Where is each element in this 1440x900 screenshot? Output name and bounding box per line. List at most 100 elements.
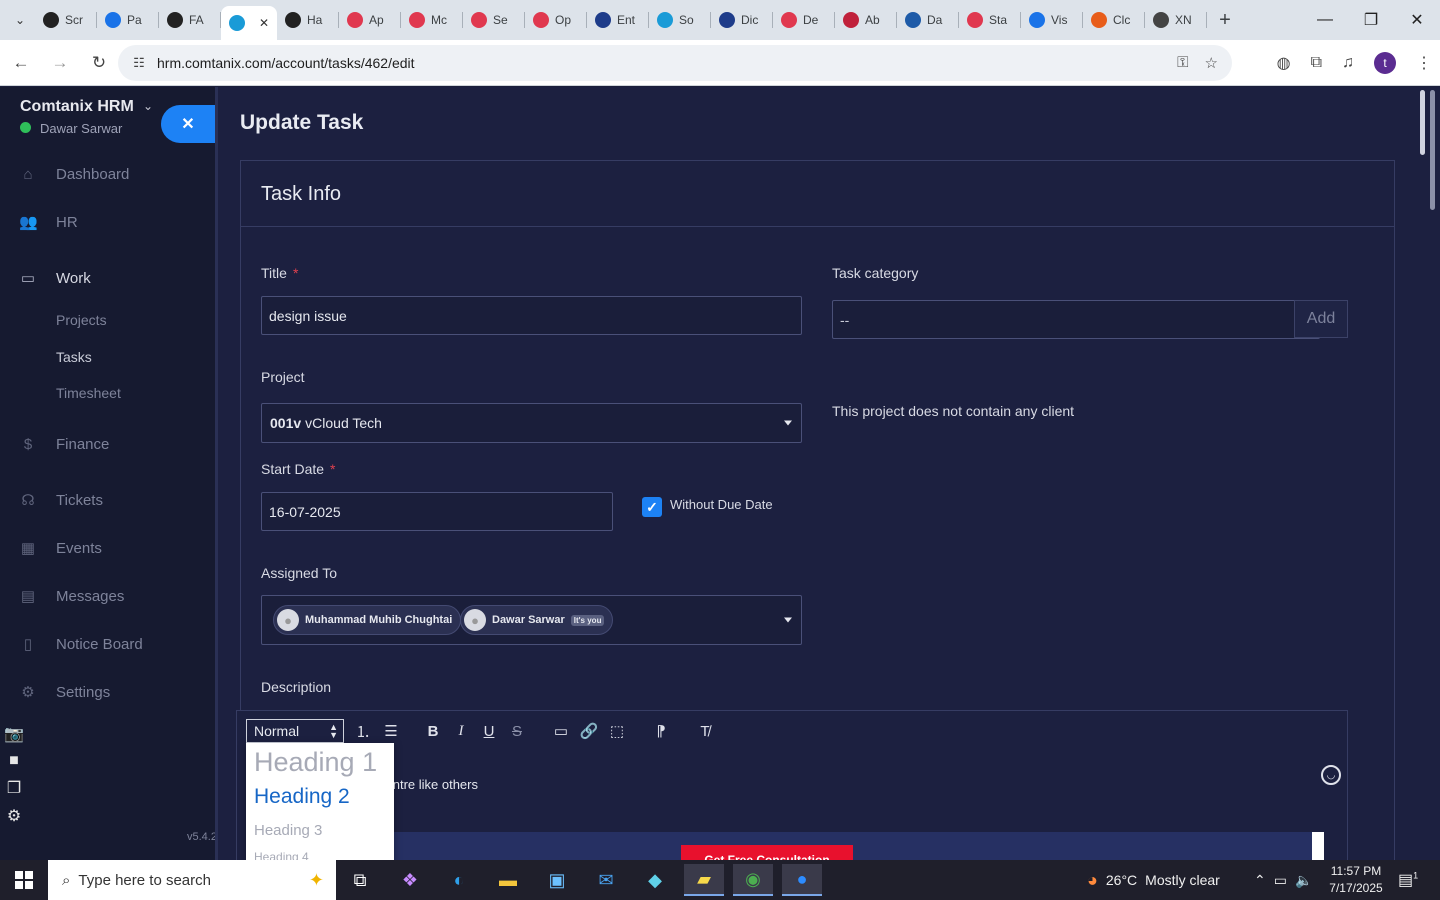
strikethrough-icon[interactable]: S — [507, 721, 527, 741]
tool-settings-icon[interactable]: ⚙ — [7, 806, 21, 826]
bold-icon[interactable]: B — [423, 721, 443, 741]
video-embed-icon[interactable]: ⬚ — [607, 721, 627, 741]
volume-icon[interactable]: 🔈 — [1295, 872, 1312, 889]
direction-icon[interactable]: ⁋ — [651, 721, 671, 741]
edge-icon[interactable]: ◐ — [439, 864, 479, 896]
clear-format-icon[interactable]: T̸ — [695, 721, 715, 741]
browser-tab[interactable]: Scr — [35, 0, 97, 40]
nav-settings[interactable]: ⚙ Settings — [0, 677, 215, 707]
assignee-chip[interactable]: ● Dawar Sarwar It's you — [460, 605, 614, 635]
browser-tab[interactable]: Sta — [959, 0, 1021, 40]
close-window-icon[interactable]: ✕ — [1394, 0, 1440, 40]
browser-menu-icon[interactable]: ⋮ — [1416, 53, 1432, 73]
without-due-date-checkbox[interactable]: ✓ — [642, 497, 662, 517]
brand-name[interactable]: Comtanix HRM — [20, 98, 134, 116]
tab-close-icon[interactable]: ✕ — [259, 16, 269, 30]
store-icon[interactable]: ▣ — [537, 864, 577, 896]
consultation-button[interactable]: Get Free Consultation — [681, 845, 853, 860]
reload-icon[interactable]: ↻ — [81, 45, 117, 81]
camera-icon[interactable]: 📷 — [4, 724, 24, 744]
title-input[interactable]: design issue — [261, 296, 802, 335]
chevron-up-icon[interactable]: ⌃ — [1254, 872, 1266, 889]
taskbar-search[interactable]: ⌕ Type here to search ✦ — [48, 860, 336, 900]
browser-tab[interactable]: XN — [1145, 0, 1207, 40]
italic-icon[interactable]: I — [451, 721, 471, 741]
browser-tab[interactable]: Dic — [711, 0, 773, 40]
minimize-icon[interactable]: — — [1302, 0, 1348, 40]
page-scrollbar[interactable] — [1430, 90, 1435, 210]
nav-notice-board[interactable]: ▯ Notice Board — [0, 629, 215, 659]
format-option-heading-1[interactable]: Heading 1 — [254, 747, 377, 778]
bookmark-star-icon[interactable]: ☆ — [1205, 54, 1218, 72]
nav-work[interactable]: ▭ Work — [0, 263, 215, 293]
nav-events[interactable]: ▦ Events — [0, 533, 215, 563]
browser-tab[interactable]: So — [649, 0, 711, 40]
nav-projects[interactable]: Projects — [56, 312, 107, 328]
nav-timesheet[interactable]: Timesheet — [56, 385, 121, 401]
nav-finance[interactable]: $ Finance — [0, 429, 215, 459]
address-bar[interactable]: ☷ hrm.comtanix.com/account/tasks/462/edi… — [118, 45, 1232, 81]
ordered-list-icon[interactable]: ⒈ — [353, 721, 373, 741]
chevron-down-icon[interactable]: ⌄ — [143, 99, 153, 113]
browser-tab[interactable]: Ap — [339, 0, 401, 40]
translate-icon[interactable]: ◍ — [1277, 53, 1291, 73]
inner-scrollbar[interactable] — [1420, 90, 1425, 155]
nav-messages[interactable]: ▤ Messages — [0, 581, 215, 611]
password-key-icon[interactable]: ⚿ — [1177, 54, 1188, 72]
browser-tab[interactable]: Da — [897, 0, 959, 40]
url-text[interactable]: hrm.comtanix.com/account/tasks/462/edit — [157, 55, 415, 71]
extensions-icon[interactable]: ⧉ — [1311, 54, 1322, 72]
notification-icon[interactable]: ▤1 — [1398, 870, 1418, 890]
task-view-icon[interactable]: ⧉ — [340, 864, 380, 896]
add-category-button[interactable]: Add — [1294, 300, 1348, 338]
browser-tab[interactable]: Mc — [401, 0, 463, 40]
format-option-heading-4[interactable]: Heading 4 — [254, 850, 309, 860]
nav-tasks[interactable]: Tasks — [56, 349, 92, 365]
network-icon[interactable]: ▭ — [1274, 872, 1287, 889]
task-category-select[interactable]: -- — [832, 300, 1320, 339]
windows-start-icon[interactable] — [0, 860, 48, 900]
system-clock[interactable]: 11:57 PM 7/17/2025 — [1324, 863, 1388, 897]
back-icon[interactable]: ← — [3, 45, 39, 81]
link-icon[interactable]: 🔗 — [579, 721, 599, 741]
maximize-icon[interactable]: ❐ — [1348, 0, 1394, 40]
forward-icon[interactable]: → — [42, 45, 78, 81]
zoom-icon[interactable]: ● — [782, 864, 822, 896]
app-icon[interactable]: ◆ — [635, 864, 675, 896]
browser-tab[interactable]: Ha — [277, 0, 339, 40]
browser-tab[interactable]: ✕ — [221, 6, 277, 40]
browser-tab[interactable]: Clc — [1083, 0, 1145, 40]
browser-tab[interactable]: Pa — [97, 0, 159, 40]
assignee-chip[interactable]: ● Muhammad Muhib Chughtai — [273, 605, 462, 635]
nav-tickets[interactable]: ☊ Tickets — [0, 485, 215, 515]
new-tab-button[interactable]: + — [1211, 6, 1239, 34]
copilot-icon[interactable]: ❖ — [390, 864, 430, 896]
format-select[interactable]: Normal ▲ ▼ — [246, 719, 344, 743]
video-icon[interactable]: ■ — [9, 752, 19, 770]
underline-icon[interactable]: U — [479, 721, 499, 741]
format-option-heading-2[interactable]: Heading 2 — [254, 785, 350, 809]
nav-hr[interactable]: 👥 HR — [0, 207, 215, 237]
image-icon[interactable]: ▭ — [551, 721, 571, 741]
tab-search-icon[interactable]: ⌄ — [5, 5, 35, 35]
media-control-icon[interactable]: ♫ — [1342, 54, 1354, 72]
mail-icon[interactable]: ✉ — [586, 864, 626, 896]
bullet-list-icon[interactable]: ☰ — [381, 721, 401, 741]
browser-tab[interactable]: Ent — [587, 0, 649, 40]
nav-dashboard[interactable]: ⌂ Dashboard — [0, 159, 215, 189]
browser-tab[interactable]: Se — [463, 0, 525, 40]
copy-icon[interactable]: ❐ — [7, 778, 21, 798]
weather-widget[interactable]: ◕ 26°C Mostly clear — [1087, 860, 1220, 900]
browser-tab[interactable]: Ab — [835, 0, 897, 40]
browser-tab[interactable]: FA — [159, 0, 221, 40]
without-due-date-label[interactable]: Without Due Date — [670, 497, 773, 512]
sticky-notes-icon[interactable]: ▰ — [684, 864, 724, 896]
browser-tab[interactable]: Vis — [1021, 0, 1083, 40]
format-option-heading-3[interactable]: Heading 3 — [254, 822, 322, 839]
site-info-icon[interactable]: ☷ — [124, 55, 154, 71]
start-date-input[interactable]: 16-07-2025 — [261, 492, 613, 531]
browser-tab[interactable]: De — [773, 0, 835, 40]
chrome-icon[interactable]: ◉ — [733, 864, 773, 896]
file-explorer-icon[interactable]: ▬ — [488, 864, 528, 896]
profile-avatar[interactable]: t — [1374, 52, 1396, 74]
